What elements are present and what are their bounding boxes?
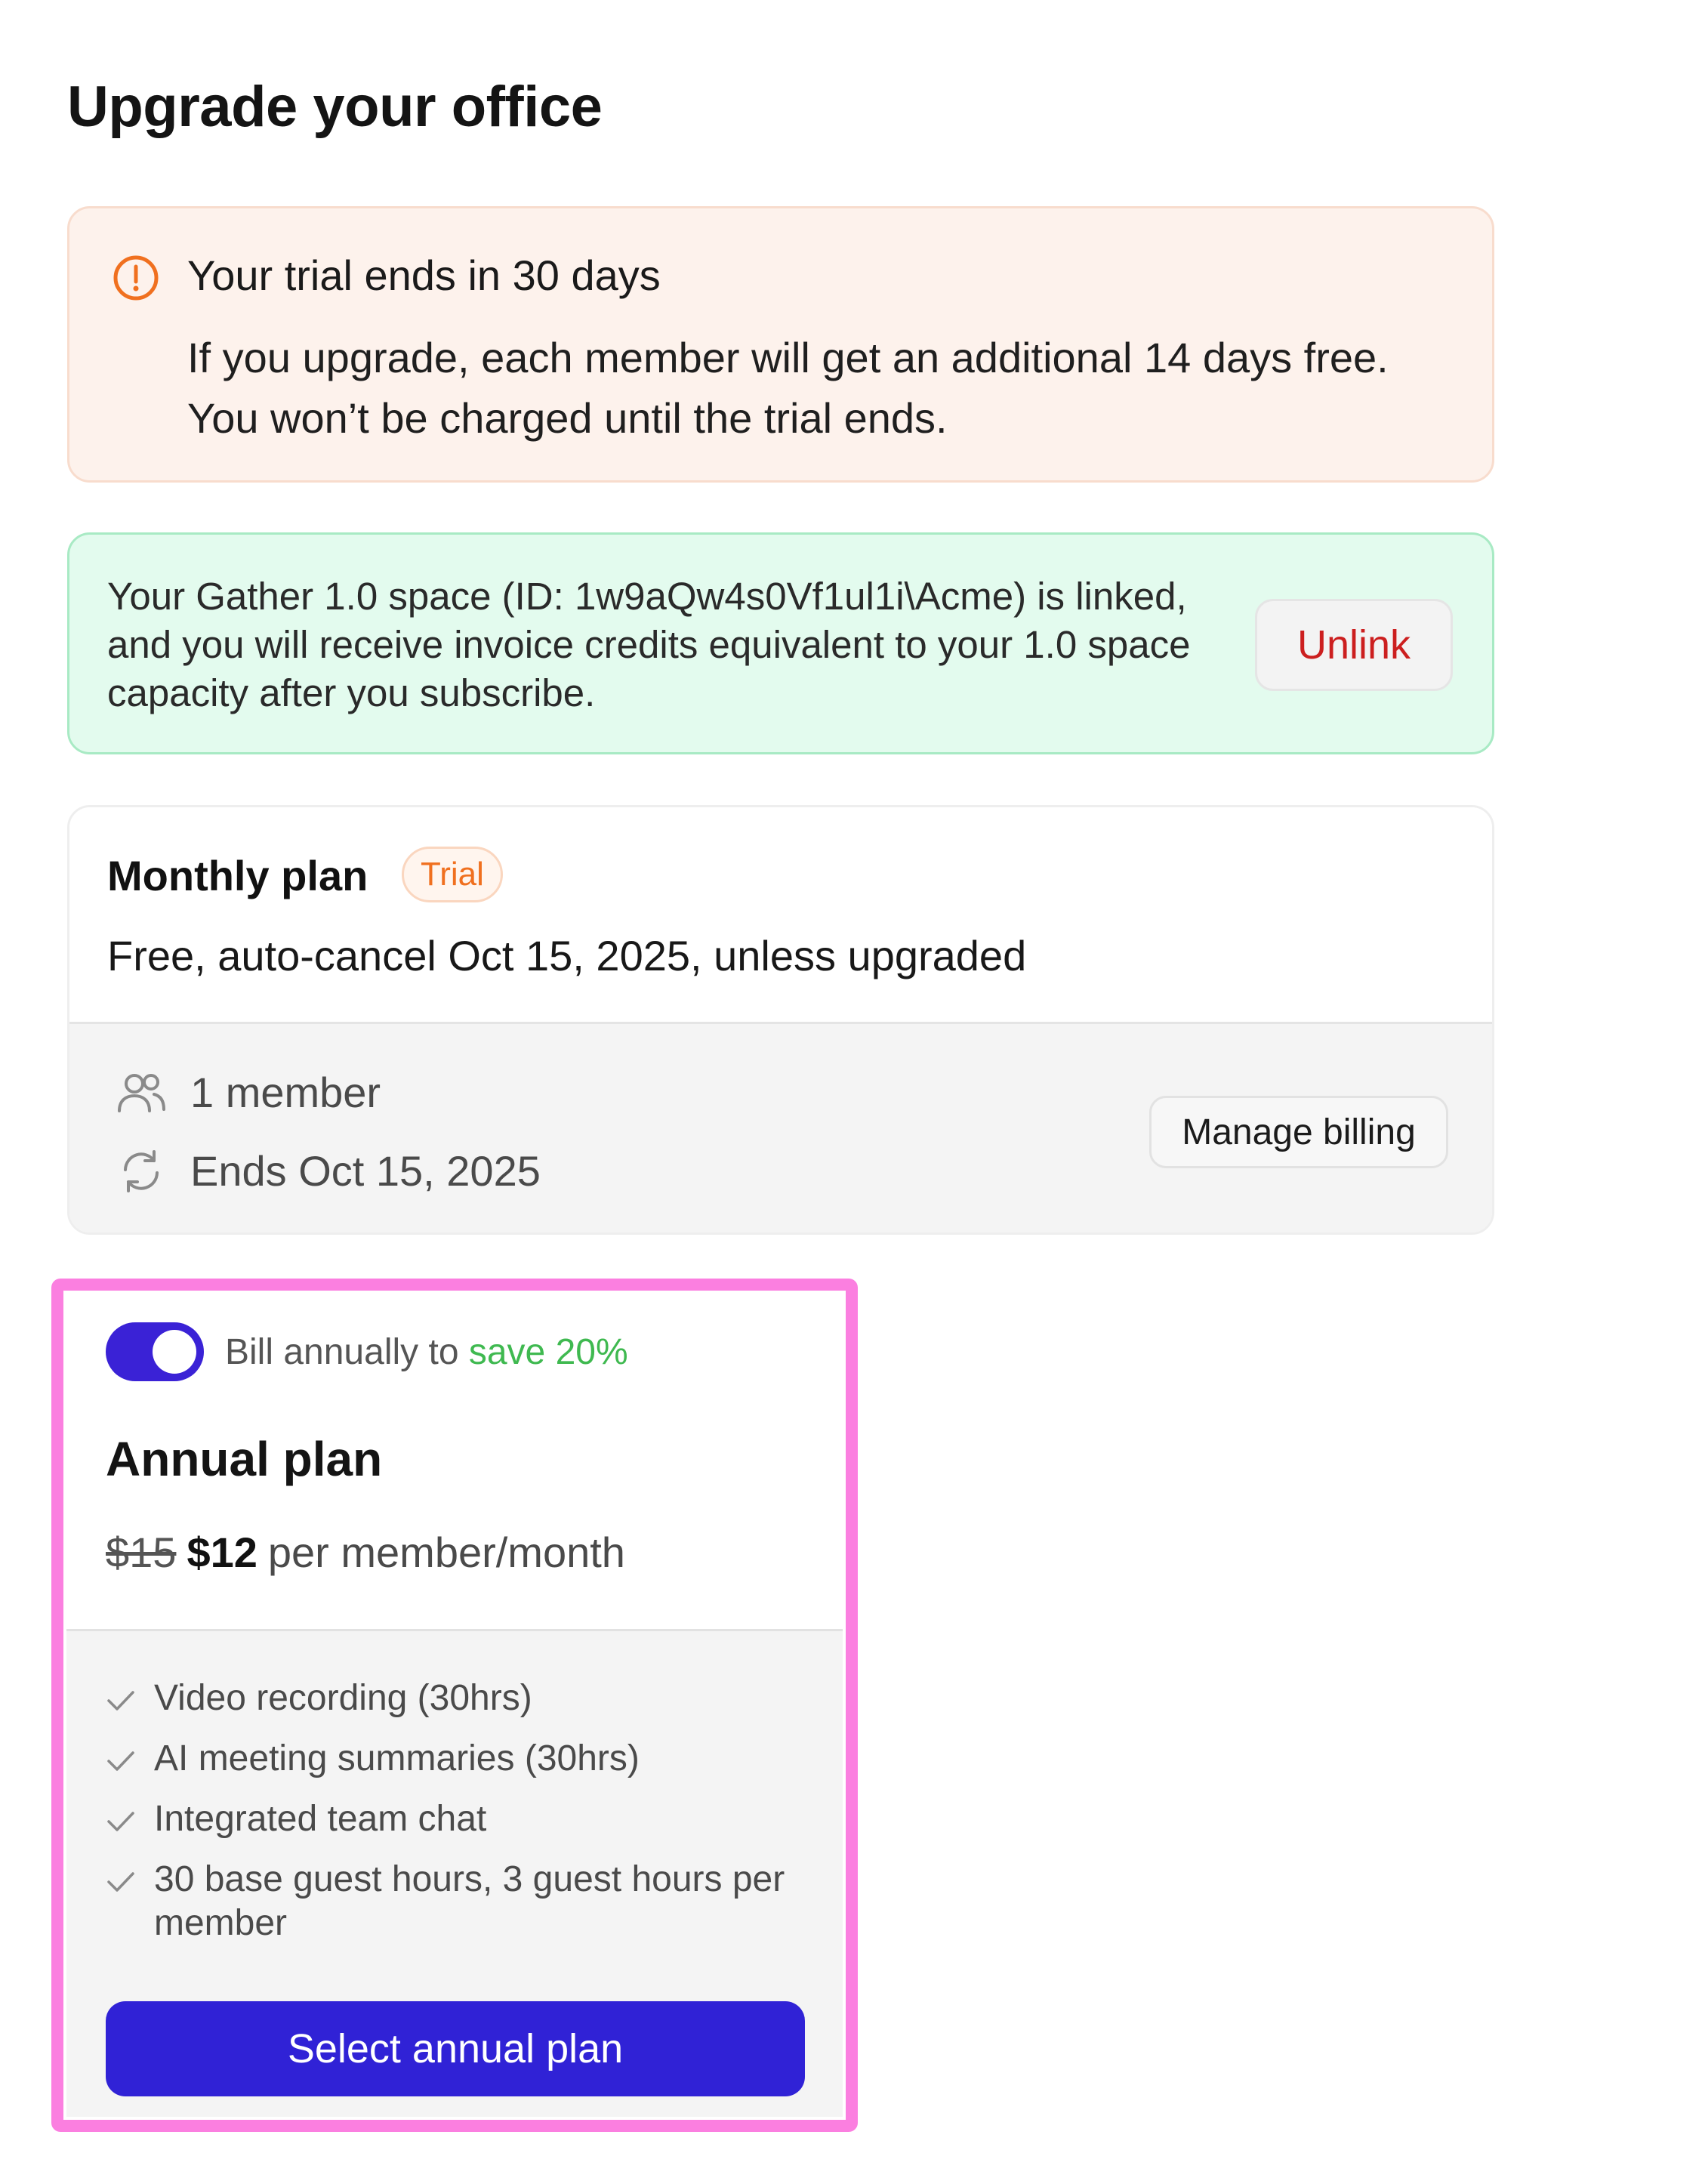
trial-badge: Trial bbox=[402, 847, 503, 902]
select-annual-plan-button[interactable]: Select annual plan bbox=[106, 2001, 805, 2096]
check-icon bbox=[107, 1812, 134, 1831]
members-count: 1 member bbox=[190, 1069, 381, 1116]
annual-plan-title: Annual plan bbox=[106, 1432, 383, 1486]
feature-text: AI meeting summaries (30hrs) bbox=[154, 1738, 640, 1778]
monthly-plan-title: Monthly plan bbox=[107, 852, 368, 899]
feature-item: Video recording (30hrs) bbox=[104, 1677, 829, 1720]
trial-notice: Your trial ends in 30 days If you upgrad… bbox=[67, 206, 1494, 483]
manage-billing-button[interactable]: Manage billing bbox=[1149, 1096, 1448, 1168]
upgrade-page: Upgrade your office Your trial ends in 3… bbox=[0, 0, 1705, 2184]
page-title: Upgrade your office bbox=[67, 75, 603, 139]
monthly-plan-card: Monthly plan Trial Free, auto-cancel Oct… bbox=[67, 805, 1494, 1235]
feature-list: Video recording (30hrs) AI meeting summa… bbox=[104, 1677, 829, 1962]
trial-notice-title: Your trial ends in 30 days bbox=[187, 251, 661, 299]
linked-space-notice: Your Gather 1.0 space (ID: 1w9aQw4s0Vf1u… bbox=[67, 532, 1494, 754]
bill-annually-label: Bill annually to save 20% bbox=[225, 1331, 628, 1373]
feature-text: Integrated team chat bbox=[154, 1799, 487, 1839]
ends-date: Ends Oct 15, 2025 bbox=[190, 1147, 541, 1195]
check-icon bbox=[107, 1751, 134, 1771]
check-icon bbox=[107, 1872, 134, 1892]
feature-item: AI meeting summaries (30hrs) bbox=[104, 1737, 829, 1781]
ends-row: Ends Oct 15, 2025 bbox=[115, 1146, 541, 1195]
annual-plan-content: Bill annually to save 20% Annual plan $1… bbox=[66, 1294, 843, 2117]
feature-item: Integrated team chat bbox=[104, 1797, 829, 1841]
feature-text: Video recording (30hrs) bbox=[154, 1678, 532, 1718]
annual-plan-card: Bill annually to save 20% Annual plan $1… bbox=[51, 1279, 858, 2132]
monthly-plan-subtitle: Free, auto-cancel Oct 15, 2025, unless u… bbox=[107, 932, 1027, 979]
bill-annually-text: Bill annually to bbox=[225, 1332, 459, 1372]
alert-circle-icon bbox=[113, 255, 159, 301]
toggle-knob bbox=[153, 1330, 196, 1374]
unlink-button[interactable]: Unlink bbox=[1255, 599, 1453, 691]
price-new: $12 bbox=[187, 1528, 257, 1576]
price-old: $15 bbox=[106, 1528, 177, 1576]
trial-notice-body: If you upgrade, each member will get an … bbox=[187, 334, 1389, 442]
monthly-plan-details: 1 member Ends Oct 15, 2025 Manage billin… bbox=[69, 1022, 1492, 1232]
price-unit: per member/month bbox=[267, 1528, 625, 1576]
annual-price: $15 $12 per member/month bbox=[106, 1528, 625, 1577]
save-percent: save 20% bbox=[468, 1332, 628, 1372]
annual-plan-features: Video recording (30hrs) AI meeting summa… bbox=[66, 1629, 843, 2117]
users-icon bbox=[118, 1073, 165, 1112]
feature-item: 30 base guest hours, 3 guest hours per m… bbox=[104, 1858, 829, 1945]
bill-annually-toggle[interactable] bbox=[106, 1322, 204, 1381]
members-row: 1 member bbox=[115, 1068, 381, 1117]
check-icon bbox=[107, 1691, 134, 1710]
monthly-plan-header: Monthly plan Trial Free, auto-cancel Oct… bbox=[69, 807, 1492, 1022]
feature-text: 30 base guest hours, 3 guest hours per m… bbox=[154, 1859, 785, 1943]
linked-space-text: Your Gather 1.0 space (ID: 1w9aQw4s0Vf1u… bbox=[107, 575, 1191, 714]
refresh-icon bbox=[124, 1149, 159, 1192]
